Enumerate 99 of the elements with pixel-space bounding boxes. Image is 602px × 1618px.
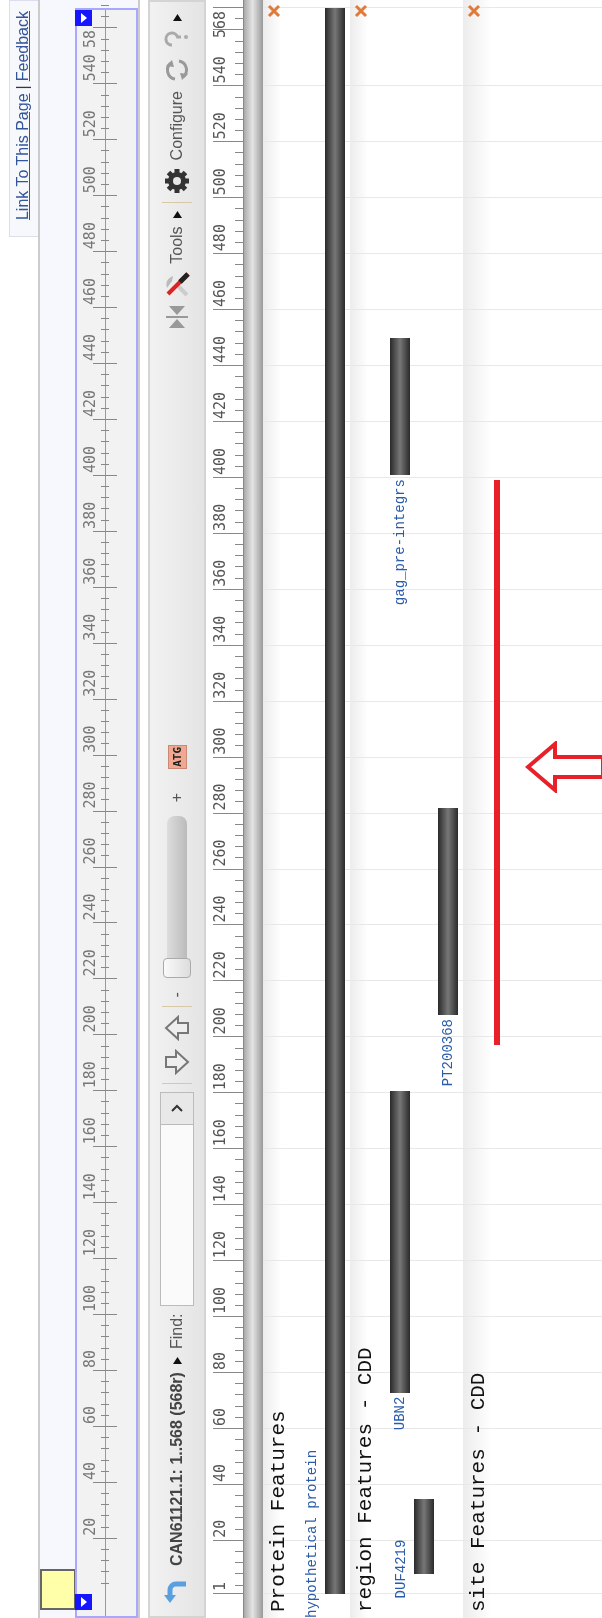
- ruler-label: 60: [211, 1407, 229, 1426]
- ruler-label: 200: [211, 1007, 229, 1035]
- ruler-label: 160: [211, 1119, 229, 1147]
- ruler-label: 80: [211, 1351, 229, 1371]
- close-icon[interactable]: [354, 4, 368, 18]
- ruler-label: 140: [81, 1173, 99, 1201]
- ruler-label: 420: [81, 389, 99, 417]
- ruler-label: 480: [81, 222, 99, 250]
- ruler-label: 40: [211, 1463, 229, 1482]
- ruler-label: 220: [211, 951, 229, 979]
- configure-menu[interactable]: Configure: [168, 91, 186, 161]
- track-title: site Features - CDD: [468, 1372, 490, 1612]
- caret-icon: [80, 13, 87, 23]
- settings-icon[interactable]: [164, 168, 190, 195]
- ruler-label: 60: [81, 1405, 99, 1424]
- ruler-label: 280: [81, 781, 99, 809]
- ruler-label: 100: [81, 1285, 99, 1313]
- find-field[interactable]: [160, 1091, 194, 1306]
- refresh-icon[interactable]: [164, 57, 190, 83]
- find-label: Find:: [168, 1313, 186, 1350]
- ruler-label: 320: [211, 671, 229, 699]
- ruler-label: 160: [81, 1117, 99, 1145]
- ruler-label: 340: [81, 613, 99, 641]
- ruler-label: 200: [81, 1005, 99, 1033]
- page-link[interactable]: Feedback: [14, 11, 32, 82]
- feature-label[interactable]: PT200368: [439, 1018, 457, 1087]
- up-arrow-icon[interactable]: [164, 1014, 190, 1041]
- caret-icon[interactable]: [172, 211, 182, 219]
- feature-bar[interactable]: [414, 1498, 434, 1575]
- ruler-label: 260: [81, 837, 99, 865]
- ruler-label: 300: [81, 725, 99, 753]
- ruler-label: 40: [81, 1461, 99, 1480]
- ruler-label: 460: [81, 278, 99, 306]
- ruler-label: 400: [81, 445, 99, 473]
- ruler-label: 440: [211, 335, 229, 364]
- ruler-label: 500: [211, 168, 229, 196]
- caret-icon: [80, 1597, 87, 1607]
- page-link[interactable]: Link To This Page: [14, 93, 32, 221]
- ruler-label: 420: [211, 391, 229, 419]
- scroll-button[interactable]: [75, 1594, 92, 1610]
- ruler-label: 1: [211, 1581, 229, 1591]
- ruler-label: 300: [211, 727, 229, 755]
- slider-thumb[interactable]: [163, 958, 191, 979]
- ruler-label: 400: [211, 447, 229, 475]
- caret-icon[interactable]: [172, 1357, 182, 1365]
- ruler-label: 80: [81, 1349, 99, 1369]
- zoom-in-label[interactable]: +: [168, 792, 186, 803]
- ruler-label: 240: [81, 893, 99, 921]
- zoom-slider[interactable]: [163, 816, 191, 979]
- ruler-label: 320: [81, 669, 99, 697]
- ruler-label: 520: [211, 112, 229, 140]
- ruler-label: 20: [211, 1519, 229, 1538]
- track-title: Protein Features: [268, 1410, 290, 1612]
- scroll-button[interactable]: [75, 10, 92, 26]
- feature-label[interactable]: DUF4219: [392, 1539, 410, 1599]
- sequence-label: CAN61121.1: 1..568 (568r): [168, 1372, 186, 1566]
- ruler-label: 220: [81, 949, 99, 977]
- track-title: region Features - CDD: [355, 1347, 377, 1612]
- zoom-out-label[interactable]: -: [168, 992, 186, 998]
- ruler-label: 500: [81, 166, 99, 194]
- ruler-label: 380: [81, 501, 99, 529]
- feature-label[interactable]: gag_pre-integrs: [391, 479, 409, 606]
- ruler-label: 460: [211, 280, 229, 308]
- chevron-icon: [171, 1104, 183, 1112]
- caret-icon[interactable]: [172, 14, 182, 21]
- link-separator: |: [14, 85, 32, 90]
- ruler-label: 260: [211, 839, 229, 867]
- ruler-label: 540: [211, 56, 229, 84]
- ruler-label: 520: [81, 110, 99, 138]
- collapse-icon[interactable]: [166, 305, 188, 328]
- ruler-label: 120: [211, 1231, 229, 1259]
- down-arrow-icon[interactable]: [164, 1048, 190, 1075]
- tools-icon[interactable]: [164, 271, 190, 298]
- ruler-label: 440: [81, 333, 99, 362]
- ruler-label: 280: [211, 783, 229, 811]
- visible-range-marker[interactable]: [40, 1569, 76, 1610]
- ruler-label: 360: [81, 557, 99, 585]
- ruler-label: 100: [211, 1287, 229, 1315]
- find-button[interactable]: [161, 1092, 193, 1125]
- ruler-label: 180: [211, 1063, 229, 1091]
- ruler-label: 240: [211, 895, 229, 923]
- feature-label[interactable]: hypothetical protein: [303, 1449, 321, 1618]
- tools-menu[interactable]: Tools: [168, 226, 186, 264]
- sequence-button[interactable]: ATG: [167, 744, 187, 769]
- ruler-label: 568: [211, 10, 229, 38]
- ruler-label: 540: [81, 54, 99, 82]
- ruler-label: 58: [81, 29, 99, 48]
- close-icon[interactable]: [267, 4, 281, 18]
- close-icon[interactable]: [467, 4, 481, 18]
- ruler-label: 140: [211, 1175, 229, 1203]
- ruler-label: 180: [81, 1061, 99, 1089]
- feature-label[interactable]: UBN2: [391, 1396, 409, 1431]
- help-icon[interactable]: [164, 29, 190, 49]
- ruler-label: 340: [211, 615, 229, 643]
- ruler-label: 380: [211, 503, 229, 531]
- ruler-label: 480: [211, 224, 229, 252]
- ruler-label: 20: [81, 1517, 99, 1536]
- ruler-label: 120: [81, 1229, 99, 1257]
- ruler-label: 360: [211, 559, 229, 587]
